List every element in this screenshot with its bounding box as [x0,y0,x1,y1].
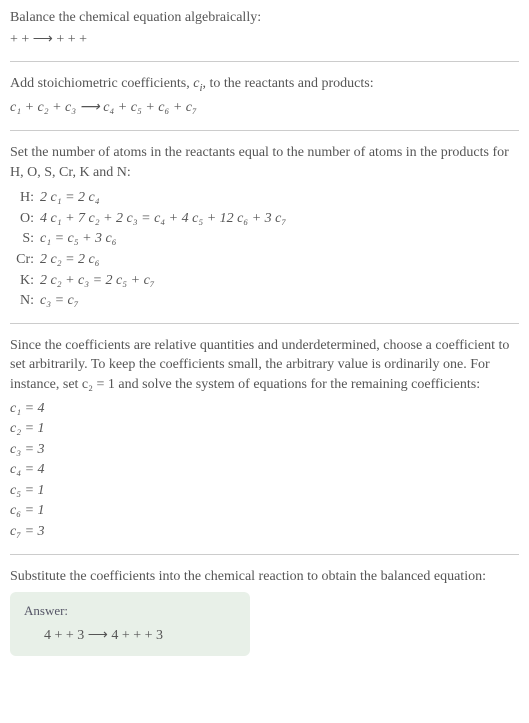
atom-equation: 4 c₁ + 7 c₂ + 2 c₃ = c₄ + 4 c₅ + 12 c₆ +… [40,209,286,229]
coeff-row: c₃ = 3 [10,440,519,460]
instruction-solve: Since the coefficients are relative quan… [10,336,519,395]
atom-row: K: 2 c₂ + c₃ = 2 c₅ + c₇ [14,271,519,291]
section-solve: Since the coefficients are relative quan… [10,336,519,542]
equation-with-coeffs: c₁ + c₂ + c₃ ⟶ c₄ + c₅ + c₆ + c₇ [10,98,519,118]
atom-equations-table: H: 2 c₁ = 2 c₄ O: 4 c₁ + 7 c₂ + 2 c₃ = c… [14,188,519,311]
coeff-row: c₁ = 4 [10,399,519,419]
atom-label: O: [14,209,40,229]
divider-1 [10,61,519,62]
divider-3 [10,323,519,324]
coeff-row: c₅ = 1 [10,481,519,501]
coeff-row: c₄ = 4 [10,460,519,480]
atom-equation: c₁ = c₅ + 3 c₆ [40,229,117,249]
atom-equation: 2 c₁ = 2 c₄ [40,188,100,208]
coeff-row: c₇ = 3 [10,522,519,542]
atom-row: S: c₁ = c₅ + 3 c₆ [14,229,519,249]
atom-label: N: [14,291,40,311]
divider-4 [10,554,519,555]
coefficient-list: c₁ = 4 c₂ = 1 c₃ = 3 c₄ = 4 c₅ = 1 c₆ = … [10,399,519,542]
instruction-stoich: Add stoichiometric coefficients, ci, to … [10,74,519,96]
section-substitute: Substitute the coefficients into the che… [10,567,519,656]
atom-equation: 2 c₂ = 2 c₆ [40,250,100,270]
section-stoich: Add stoichiometric coefficients, ci, to … [10,74,519,118]
atom-label: S: [14,229,40,249]
atom-row: H: 2 c₁ = 2 c₄ [14,188,519,208]
atom-row: N: c₃ = c₇ [14,291,519,311]
stoich-text-pre: Add stoichiometric coefficients, [10,76,193,91]
atom-equation: c₃ = c₇ [40,291,79,311]
coeff-row: c₂ = 1 [10,419,519,439]
answer-equation: 4 + + 3 ⟶ 4 + + + 3 [24,626,236,646]
atom-row: O: 4 c₁ + 7 c₂ + 2 c₃ = c₄ + 4 c₅ + 12 c… [14,209,519,229]
answer-box: Answer: 4 + + 3 ⟶ 4 + + + 3 [10,592,250,656]
instruction-balance: Balance the chemical equation algebraica… [10,8,519,28]
section-atom-balance: Set the number of atoms in the reactants… [10,143,519,311]
instruction-substitute: Substitute the coefficients into the che… [10,567,519,587]
equation-skeleton: + + ⟶ + + + [10,30,519,50]
atom-equation: 2 c₂ + c₃ = 2 c₅ + c₇ [40,271,155,291]
atom-row: Cr: 2 c₂ = 2 c₆ [14,250,519,270]
stoich-text-post: , to the reactants and products: [203,76,374,91]
answer-label: Answer: [24,602,236,620]
atom-label: H: [14,188,40,208]
section-balance-intro: Balance the chemical equation algebraica… [10,8,519,49]
atom-label: Cr: [14,250,40,270]
instruction-atoms: Set the number of atoms in the reactants… [10,143,519,182]
divider-2 [10,130,519,131]
atom-label: K: [14,271,40,291]
coeff-row: c₆ = 1 [10,501,519,521]
